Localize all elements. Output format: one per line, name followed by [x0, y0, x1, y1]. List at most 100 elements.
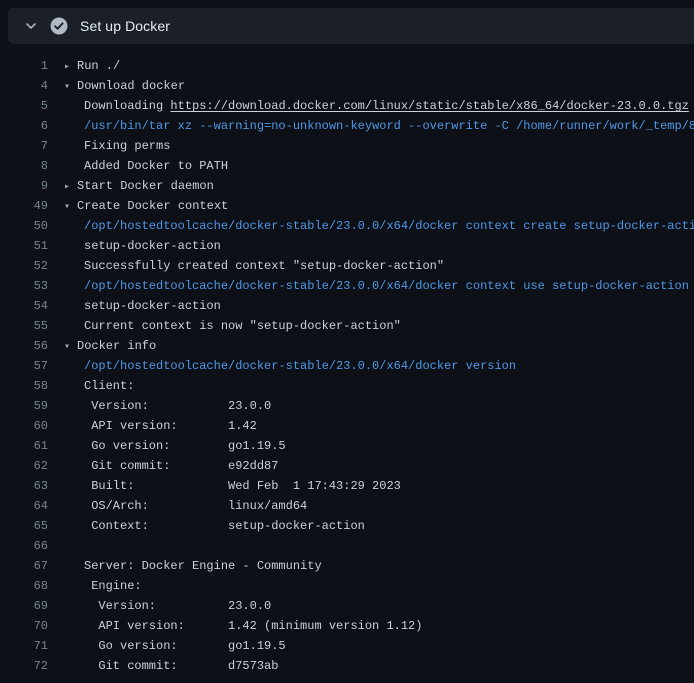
line-number[interactable]: 7 [0, 136, 48, 156]
log-command: /opt/hostedtoolcache/docker-stable/23.0.… [84, 276, 689, 296]
log-line: 61 Go version: go1.19.5 [0, 436, 694, 456]
line-number[interactable]: 63 [0, 476, 48, 496]
line-number[interactable]: 59 [0, 396, 48, 416]
line-number[interactable]: 66 [0, 536, 48, 556]
line-number[interactable]: 55 [0, 316, 48, 336]
log-text: Current context is now "setup-docker-act… [84, 316, 401, 336]
line-number[interactable]: 58 [0, 376, 48, 396]
log-line: 68 Engine: [0, 576, 694, 596]
log-text: Successfully created context "setup-dock… [84, 256, 444, 276]
log-text: Added Docker to PATH [84, 156, 228, 176]
log-line: 50/opt/hostedtoolcache/docker-stable/23.… [0, 216, 694, 236]
log-line: 55 Current context is now "setup-docker-a… [0, 316, 694, 336]
log-group-header[interactable]: ▸Start Docker daemon [64, 176, 214, 196]
line-number[interactable]: 60 [0, 416, 48, 436]
log-text-prefix: Downloading [84, 99, 170, 113]
triangle-down-icon: ▾ [64, 338, 77, 358]
line-number[interactable]: 50 [0, 216, 48, 236]
log-text: Client: [84, 376, 134, 396]
line-number[interactable]: 67 [0, 556, 48, 576]
line-number[interactable]: 1 [0, 56, 48, 76]
log-line: 72 Git commit: d7573ab [0, 656, 694, 676]
log-group-header[interactable]: ▸Run ./ [64, 56, 120, 76]
line-number[interactable]: 64 [0, 496, 48, 516]
log-viewer: 1▸Run ./4▾Download docker5Downloading ht… [0, 44, 694, 683]
line-number[interactable]: 68 [0, 576, 48, 596]
line-number[interactable]: 65 [0, 516, 48, 536]
log-line: 67 Server: Docker Engine - Community [0, 556, 694, 576]
check-circle-icon [50, 17, 68, 35]
log-line: 60 API version: 1.42 [0, 416, 694, 436]
log-group-header[interactable]: ▾Create Docker context [64, 196, 228, 216]
log-command: /usr/bin/tar xz --warning=no-unknown-key… [84, 116, 694, 136]
line-number[interactable]: 8 [0, 156, 48, 176]
line-number[interactable]: 6 [0, 116, 48, 136]
log-text: Git commit: d7573ab [84, 656, 278, 676]
log-command: /opt/hostedtoolcache/docker-stable/23.0.… [84, 216, 694, 236]
line-number[interactable]: 52 [0, 256, 48, 276]
log-line: 70 API version: 1.42 (minimum version 1.… [0, 616, 694, 636]
line-number[interactable]: 5 [0, 96, 48, 116]
line-number[interactable]: 61 [0, 436, 48, 456]
line-number[interactable]: 57 [0, 356, 48, 376]
line-number[interactable]: 9 [0, 176, 48, 196]
line-number[interactable]: 54 [0, 296, 48, 316]
line-number[interactable]: 72 [0, 656, 48, 676]
triangle-right-icon: ▸ [64, 58, 77, 78]
log-line: 54 setup-docker-action [0, 296, 694, 316]
log-line: 64 OS/Arch: linux/amd64 [0, 496, 694, 516]
group-title: Download docker [77, 79, 185, 93]
log-line: 49 ▾Create Docker context [0, 196, 694, 216]
line-number[interactable]: 49 [0, 196, 48, 216]
log-line: 9 ▸Start Docker daemon [0, 176, 694, 196]
line-number[interactable]: 62 [0, 456, 48, 476]
log-line: 56 ▾Docker info [0, 336, 694, 356]
log-line: 53/opt/hostedtoolcache/docker-stable/23.… [0, 276, 694, 296]
line-number[interactable]: 53 [0, 276, 48, 296]
line-number[interactable]: 71 [0, 636, 48, 656]
triangle-down-icon: ▾ [64, 198, 77, 218]
log-text: OS/Arch: linux/amd64 [84, 496, 307, 516]
log-text: Engine: [84, 576, 142, 596]
log-text: API version: 1.42 [84, 416, 257, 436]
log-text: setup-docker-action [84, 236, 221, 256]
log-text: Built: Wed Feb 1 17:43:29 2023 [84, 476, 401, 496]
log-line: 1 ▸Run ./ [0, 56, 694, 76]
line-number[interactable]: 70 [0, 616, 48, 636]
line-number[interactable]: 56 [0, 336, 48, 356]
log-line: 6/usr/bin/tar xz --warning=no-unknown-ke… [0, 116, 694, 136]
log-text: Go version: go1.19.5 [84, 636, 286, 656]
chevron-down-icon[interactable] [24, 19, 38, 33]
log-text: setup-docker-action [84, 296, 221, 316]
triangle-right-icon: ▸ [64, 178, 77, 198]
log-group-header[interactable]: ▾Docker info [64, 336, 156, 356]
log-text: Server: Docker Engine - Community [84, 556, 322, 576]
log-lines: 1▸Run ./4▾Download docker5Downloading ht… [0, 56, 694, 676]
log-group-header[interactable]: ▾Download docker [64, 76, 185, 96]
group-title: Create Docker context [77, 199, 228, 213]
log-text: Git commit: e92dd87 [84, 456, 278, 476]
line-number[interactable]: 51 [0, 236, 48, 256]
log-link[interactable]: https://download.docker.com/linux/static… [170, 99, 688, 113]
log-text: Version: 23.0.0 [84, 396, 271, 416]
log-line: 62 Git commit: e92dd87 [0, 456, 694, 476]
log-line: 4 ▾Download docker [0, 76, 694, 96]
log-line: 57/opt/hostedtoolcache/docker-stable/23.… [0, 356, 694, 376]
log-text: Version: 23.0.0 [84, 596, 271, 616]
group-title: Docker info [77, 339, 156, 353]
log-line: 5 Downloading https://download.docker.com… [0, 96, 694, 116]
line-number[interactable]: 4 [0, 76, 48, 96]
log-text: Downloading https://download.docker.com/… [84, 96, 689, 116]
line-number[interactable]: 69 [0, 596, 48, 616]
log-line: 65 Context: setup-docker-action [0, 516, 694, 536]
step-header[interactable]: Set up Docker [8, 8, 694, 44]
log-line: 69 Version: 23.0.0 [0, 596, 694, 616]
log-text: Go version: go1.19.5 [84, 436, 286, 456]
log-text: Fixing perms [84, 136, 170, 156]
log-line: 59 Version: 23.0.0 [0, 396, 694, 416]
log-text: API version: 1.42 (minimum version 1.12) [84, 616, 422, 636]
log-command: /opt/hostedtoolcache/docker-stable/23.0.… [84, 356, 516, 376]
log-line: 8 Added Docker to PATH [0, 156, 694, 176]
log-line: 66 [0, 536, 694, 556]
log-line: 7 Fixing perms [0, 136, 694, 156]
